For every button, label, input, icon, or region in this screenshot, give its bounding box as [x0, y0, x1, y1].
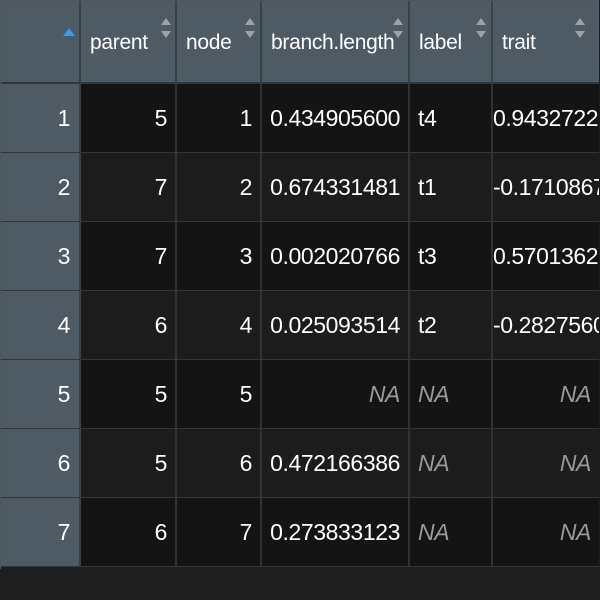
column-header-rownames[interactable]: [1, 1, 81, 82]
table-header: parent node branch.length label trait: [1, 1, 599, 84]
column-header-trait[interactable]: trait: [493, 1, 599, 82]
table-row: 7 6 7 0.273833123 NA NA: [1, 498, 599, 567]
sort-ascending-icon[interactable]: [63, 28, 75, 36]
cell-parent: 6: [81, 498, 177, 566]
cell-label: t1: [410, 153, 493, 221]
cell-trait: NA: [559, 450, 592, 476]
row-number: 3: [1, 222, 81, 290]
table-row: 1 5 1 0.434905600 t4 0.9432722: [1, 84, 599, 153]
cell-parent: 5: [81, 84, 177, 152]
sort-both-icon[interactable]: [392, 18, 404, 46]
column-header-label: node: [186, 31, 232, 54]
table-row: 3 7 3 0.002020766 t3 0.5701362: [1, 222, 599, 291]
row-number: 1: [1, 84, 81, 152]
table-row: 2 7 2 0.674331481 t1 -0.1710867: [1, 153, 599, 222]
sort-both-icon[interactable]: [244, 18, 256, 46]
cell-node: 7: [177, 498, 262, 566]
cell-parent: 7: [81, 222, 177, 290]
cell-branch-length: NA: [262, 360, 410, 428]
cell-trait: -0.2827560: [493, 312, 599, 338]
cell-trait: -0.1710867: [493, 174, 599, 200]
column-header-label: label: [419, 31, 462, 54]
row-number: 4: [1, 291, 81, 359]
cell-parent: 6: [81, 291, 177, 359]
table-row: 6 5 6 0.472166386 NA NA: [1, 429, 599, 498]
cell-label: t3: [410, 222, 493, 290]
table-row: 5 5 5 NA NA NA: [1, 360, 599, 429]
row-number: 6: [1, 429, 81, 497]
sort-both-icon[interactable]: [574, 18, 586, 46]
column-header-label[interactable]: label: [410, 1, 493, 82]
cell-node: 5: [177, 360, 262, 428]
cell-label: NA: [410, 429, 493, 497]
cell-parent: 7: [81, 153, 177, 221]
cell-node: 1: [177, 84, 262, 152]
cell-node: 4: [177, 291, 262, 359]
cell-trait: 0.5701362: [493, 243, 599, 269]
cell-branch-length: 0.434905600: [262, 84, 410, 152]
cell-branch-length: 0.472166386: [262, 429, 410, 497]
cell-parent: 5: [81, 360, 177, 428]
cell-label: NA: [410, 498, 493, 566]
cell-parent: 5: [81, 429, 177, 497]
cell-branch-length: 0.273833123: [262, 498, 410, 566]
cell-node: 6: [177, 429, 262, 497]
cell-node: 3: [177, 222, 262, 290]
column-header-node[interactable]: node: [177, 1, 262, 82]
cell-branch-length: 0.002020766: [262, 222, 410, 290]
cell-trait: NA: [559, 381, 592, 407]
cell-node: 2: [177, 153, 262, 221]
row-number: 2: [1, 153, 81, 221]
cell-label: NA: [410, 360, 493, 428]
cell-label: t4: [410, 84, 493, 152]
data-viewer-table: parent node branch.length label trait 15…: [0, 0, 599, 569]
table-row: 4 6 4 0.025093514 t2 -0.2827560: [1, 291, 599, 360]
cell-label: t2: [410, 291, 493, 359]
bottom-scroll-area: [0, 570, 600, 600]
column-header-parent[interactable]: parent: [81, 1, 177, 82]
cell-branch-length: 0.674331481: [262, 153, 410, 221]
sort-both-icon[interactable]: [160, 18, 172, 46]
column-header-label: trait: [502, 31, 536, 54]
cell-trait: NA: [559, 519, 592, 545]
column-header-label: parent: [90, 31, 148, 54]
sort-both-icon[interactable]: [475, 18, 487, 46]
cell-branch-length: 0.025093514: [262, 291, 410, 359]
column-header-label: branch.length: [271, 31, 395, 54]
cell-trait: 0.9432722: [493, 105, 599, 131]
row-number: 5: [1, 360, 81, 428]
row-number: 7: [1, 498, 81, 566]
column-header-branch-length[interactable]: branch.length: [262, 1, 410, 82]
